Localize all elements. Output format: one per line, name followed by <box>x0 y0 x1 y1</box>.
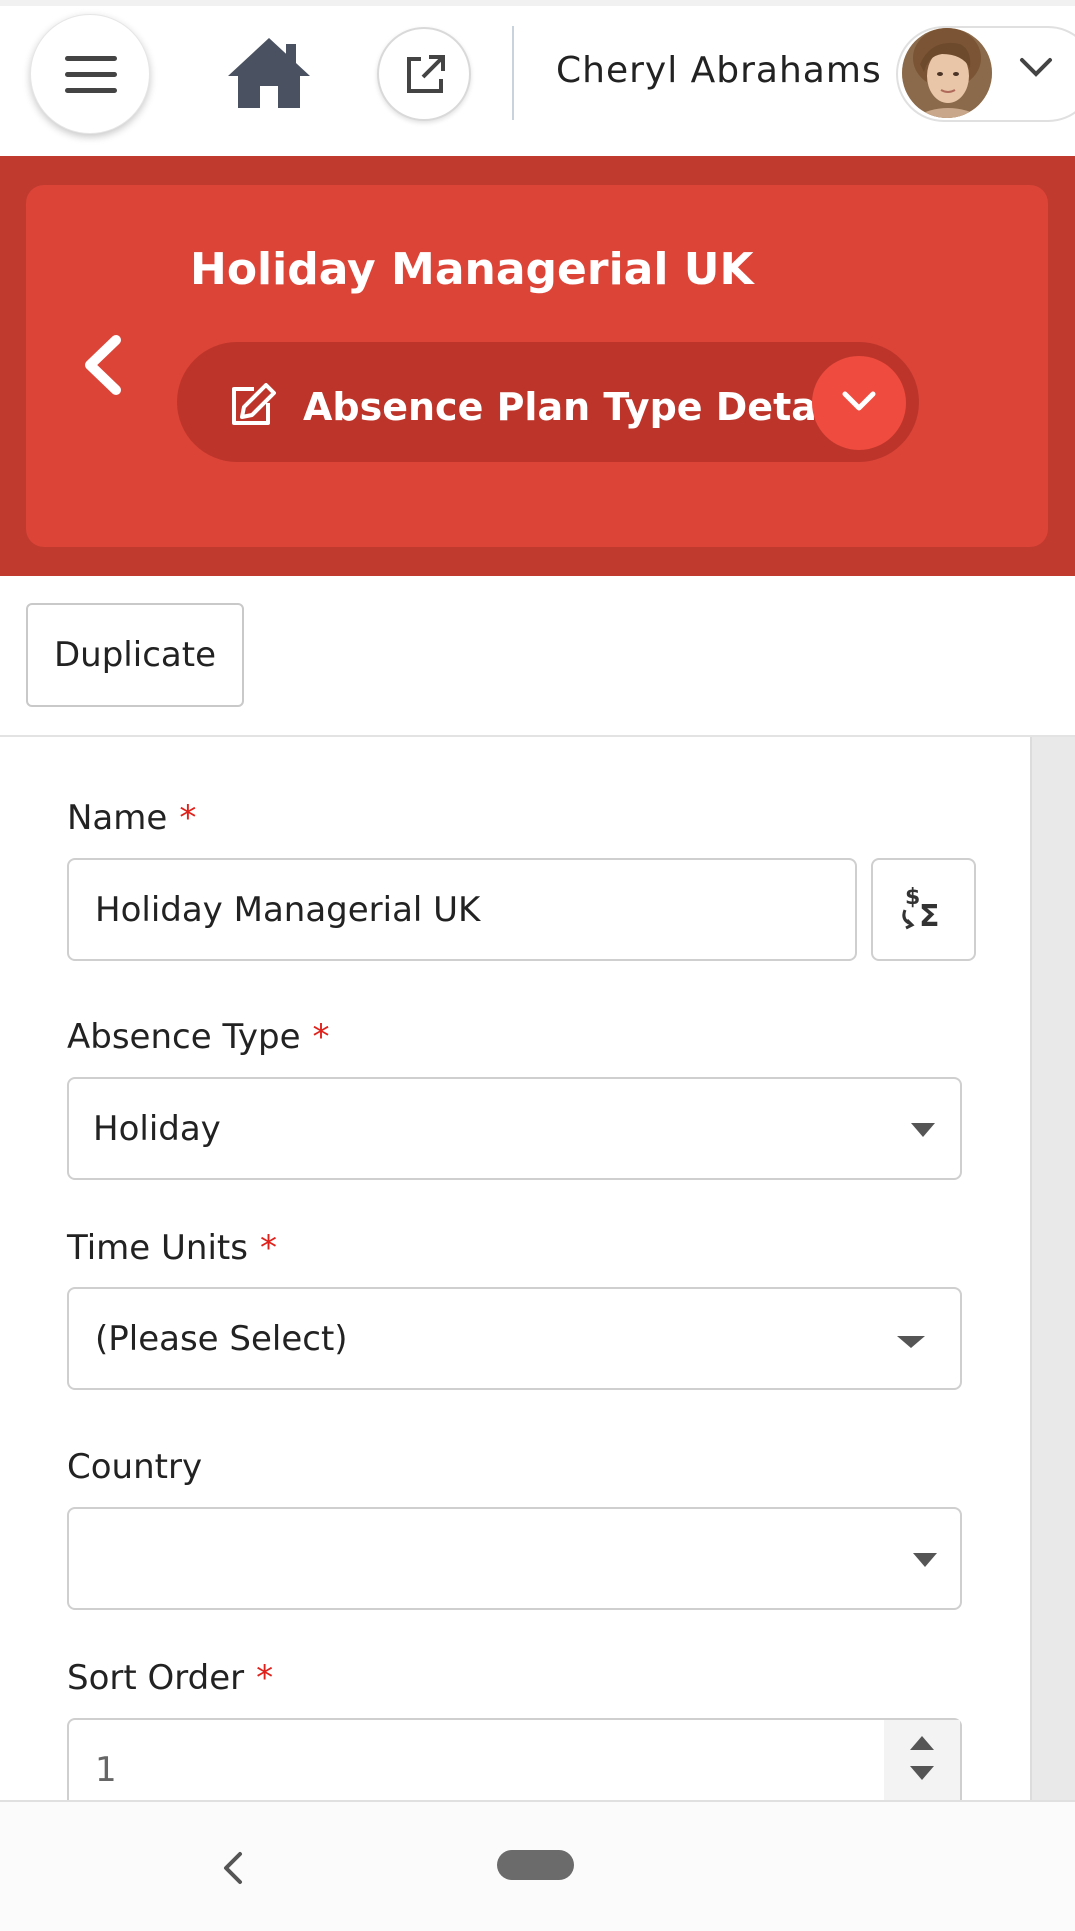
dropdown-arrow-icon <box>913 1553 937 1567</box>
absence-type-value: Holiday <box>93 1109 221 1149</box>
required-marker: * <box>179 798 197 838</box>
country-select[interactable] <box>67 1507 962 1610</box>
dropdown-arrow-icon <box>897 1336 925 1348</box>
open-external-icon <box>407 55 445 93</box>
nav-home-pill-icon[interactable] <box>497 1850 574 1880</box>
home-button[interactable] <box>226 36 312 110</box>
hamburger-menu-icon <box>65 72 117 77</box>
name-input[interactable]: Holiday Managerial UK <box>67 858 857 961</box>
nav-back-icon[interactable] <box>218 1848 248 1888</box>
chevron-left-icon[interactable] <box>80 334 124 396</box>
svg-text:Σ: Σ <box>919 899 940 934</box>
absence-type-select[interactable]: Holiday <box>67 1077 962 1180</box>
form-scroll-gutter[interactable] <box>1032 737 1075 1800</box>
country-label-text: Country <box>67 1447 203 1487</box>
view-dropdown-button[interactable] <box>812 356 906 450</box>
home-icon <box>228 38 310 108</box>
duplicate-button[interactable]: Duplicate <box>26 603 244 707</box>
absence-type-label: Absence Type * <box>67 1017 330 1057</box>
toolbar-separator <box>512 26 514 120</box>
stepper-down-icon[interactable] <box>884 1760 960 1800</box>
time-units-label-text: Time Units <box>67 1228 248 1268</box>
time-units-select[interactable]: (Please Select) <box>67 1287 962 1390</box>
absence-type-label-text: Absence Type <box>67 1017 301 1057</box>
edit-icon <box>232 383 276 425</box>
menu-button[interactable] <box>30 14 150 134</box>
quantity-stepper[interactable] <box>884 1720 960 1800</box>
dropdown-arrow-icon <box>911 1123 935 1137</box>
record-title: Holiday Managerial UK <box>190 244 754 295</box>
hamburger-menu-icon <box>65 88 117 93</box>
sort-order-value: 1 <box>95 1750 117 1790</box>
required-marker: * <box>256 1658 274 1698</box>
country-label: Country <box>67 1447 202 1487</box>
name-input-value: Holiday Managerial UK <box>95 890 481 930</box>
hamburger-menu-icon <box>65 56 117 61</box>
required-marker: * <box>312 1017 330 1057</box>
currency-sum-icon: $ Σ <box>902 885 940 934</box>
user-name: Cheryl Abrahams <box>556 50 882 91</box>
stepper-up-icon[interactable] <box>884 1720 960 1760</box>
user-photo <box>902 28 992 118</box>
sort-order-input[interactable]: 1 <box>67 1718 962 1800</box>
status-strip <box>0 0 1075 6</box>
chevron-down-icon[interactable] <box>1018 56 1054 80</box>
formula-button[interactable]: $ Σ <box>871 858 976 961</box>
open-external-button[interactable] <box>377 27 471 121</box>
chevron-down-icon <box>842 391 876 411</box>
name-label: Name * <box>67 798 196 838</box>
time-units-label: Time Units * <box>67 1228 277 1268</box>
required-marker: * <box>259 1228 277 1268</box>
time-units-value: (Please Select) <box>95 1319 348 1359</box>
sort-order-label: Sort Order * <box>67 1658 273 1698</box>
sort-order-label-text: Sort Order <box>67 1658 245 1698</box>
avatar[interactable] <box>902 28 992 118</box>
view-selector-label[interactable]: Absence Plan Type Details <box>303 385 866 429</box>
name-label-text: Name <box>67 798 168 838</box>
